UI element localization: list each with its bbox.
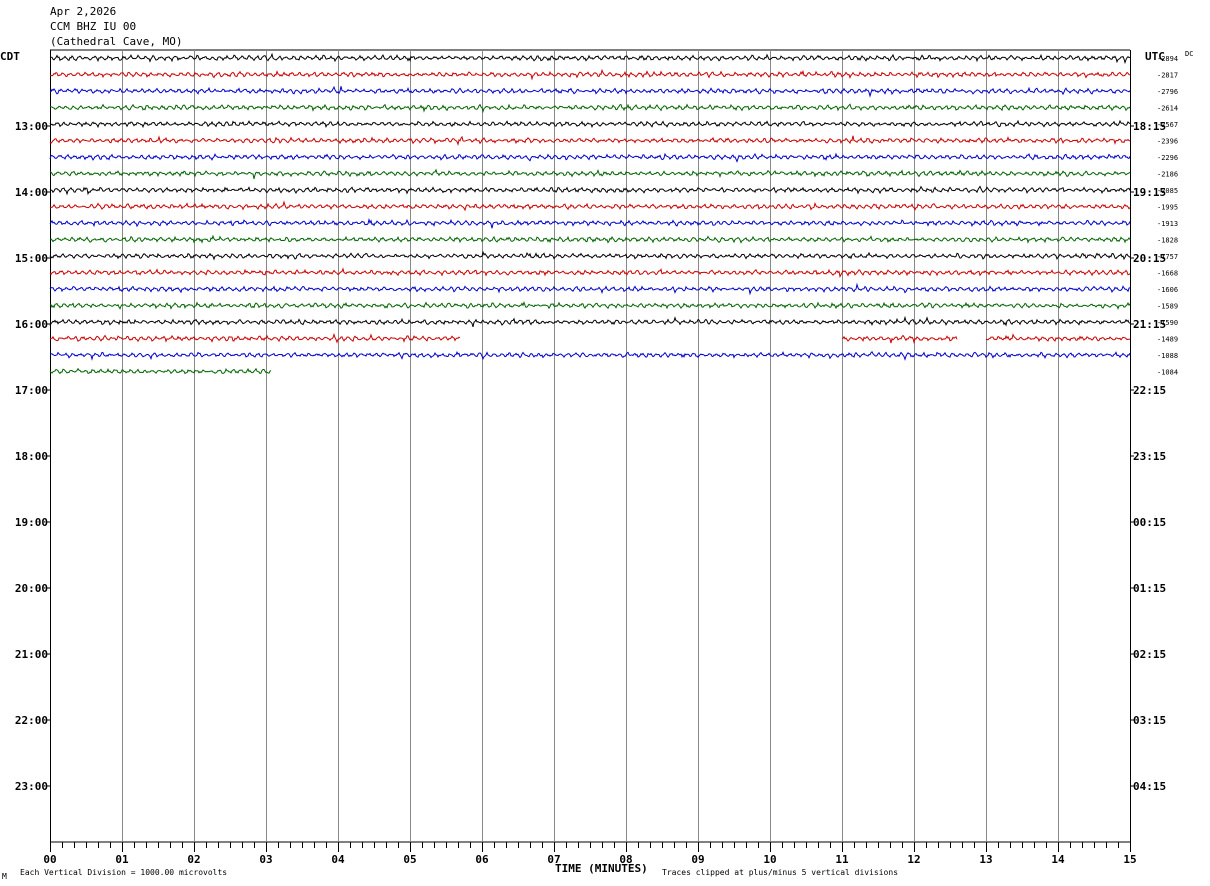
seismic-trace xyxy=(49,350,1131,361)
corner-mark: M xyxy=(2,872,7,881)
trace-offset-label: -1606 xyxy=(1157,286,1178,294)
trace-offset-label: -2817 xyxy=(1157,72,1178,80)
x-tick-label: 14 xyxy=(1051,853,1065,866)
x-tick-label: 15 xyxy=(1123,853,1136,866)
x-tick-label: 11 xyxy=(835,853,849,866)
cdt-hour-label: 21:00 xyxy=(15,648,48,661)
seismic-trace xyxy=(49,168,1131,180)
cdt-hour-label: 23:00 xyxy=(15,780,48,793)
utc-hour-label: 21:15 xyxy=(1133,318,1166,331)
seismic-trace xyxy=(49,119,1131,129)
trace-offset-label: -1589 xyxy=(1157,303,1178,311)
utc-hour-label: 23:15 xyxy=(1133,450,1166,463)
x-tick-label: 06 xyxy=(475,853,489,866)
trace-offset-label: -1913 xyxy=(1157,220,1178,228)
trace-offset-label: -1088 xyxy=(1157,352,1178,360)
utc-hour-label: 03:15 xyxy=(1133,714,1166,727)
trace-offset-label: -1995 xyxy=(1157,204,1178,212)
x-tick-label: 01 xyxy=(115,853,129,866)
scale-note: Each Vertical Division = 1000.00 microvo… xyxy=(20,868,228,877)
trace-offset-label: -1668 xyxy=(1157,270,1178,278)
x-tick-label: 04 xyxy=(331,853,345,866)
x-tick-label: 13 xyxy=(979,853,992,866)
cdt-hour-label: 18:00 xyxy=(15,450,48,463)
seismic-trace xyxy=(49,217,1131,229)
cdt-hour-label: 22:00 xyxy=(15,714,48,727)
cdt-hour-label: 19:00 xyxy=(15,516,48,529)
utc-hour-label: 20:15 xyxy=(1133,252,1166,265)
trace-offset-label: -2614 xyxy=(1157,105,1178,113)
x-axis-label: TIME (MINUTES) xyxy=(555,862,648,875)
seismic-trace xyxy=(49,315,1131,328)
trace-offset-label: -2186 xyxy=(1157,171,1178,179)
helicorder-plot: -2894-2817-2796-2614-2567-2396-2296-2186… xyxy=(15,49,1178,866)
utc-hour-label: 22:15 xyxy=(1133,384,1166,397)
utc-hour-label: 18:15 xyxy=(1133,120,1166,133)
x-tick-label: 02 xyxy=(187,853,200,866)
seismic-trace xyxy=(49,135,1131,147)
cdt-hour-label: 17:00 xyxy=(15,384,48,397)
utc-hour-label: 00:15 xyxy=(1133,516,1166,529)
x-tick-label: 10 xyxy=(763,853,776,866)
x-tick-label: 03 xyxy=(259,853,272,866)
trace-offset-label: -1828 xyxy=(1157,237,1178,245)
x-tick-label: 00 xyxy=(43,853,56,866)
clip-note: Traces clipped at plus/minus 5 vertical … xyxy=(662,868,899,877)
seismic-trace xyxy=(49,282,1131,296)
cdt-hour-label: 14:00 xyxy=(15,186,48,199)
seismic-trace xyxy=(49,367,272,375)
seismic-trace xyxy=(49,250,1131,261)
utc-hour-label: 04:15 xyxy=(1133,780,1166,793)
trace-offset-label: -2796 xyxy=(1157,88,1178,96)
utc-hour-label: 01:15 xyxy=(1133,582,1166,595)
seismic-trace xyxy=(49,85,1131,98)
seismic-trace xyxy=(49,103,1131,114)
cdt-hour-label: 15:00 xyxy=(15,252,48,265)
x-tick-label: 05 xyxy=(403,853,416,866)
cdt-hour-label: 16:00 xyxy=(15,318,48,331)
seismic-trace xyxy=(49,52,1131,65)
cdt-hour-label: 13:00 xyxy=(15,120,48,133)
trace-offset-label: -2296 xyxy=(1157,154,1178,162)
utc-hour-label: 19:15 xyxy=(1133,186,1166,199)
trace-offset-label: -1489 xyxy=(1157,336,1178,344)
seismic-trace xyxy=(49,152,1131,163)
seismic-trace xyxy=(49,267,1131,278)
x-tick-label: 09 xyxy=(691,853,704,866)
seismic-trace xyxy=(49,301,1131,310)
seismic-trace xyxy=(49,200,1131,212)
seismic-trace xyxy=(49,68,1131,81)
x-tick-label: 12 xyxy=(907,853,920,866)
seismic-trace xyxy=(49,332,461,344)
trace-offset-label: -2894 xyxy=(1157,55,1178,63)
cdt-hour-label: 20:00 xyxy=(15,582,48,595)
seismic-trace xyxy=(49,185,1131,196)
seismic-trace xyxy=(49,234,1131,244)
trace-offset-label: -2396 xyxy=(1157,138,1178,146)
seismic-trace xyxy=(841,334,958,345)
trace-offset-label: -1084 xyxy=(1157,369,1178,377)
utc-hour-label: 02:15 xyxy=(1133,648,1166,661)
